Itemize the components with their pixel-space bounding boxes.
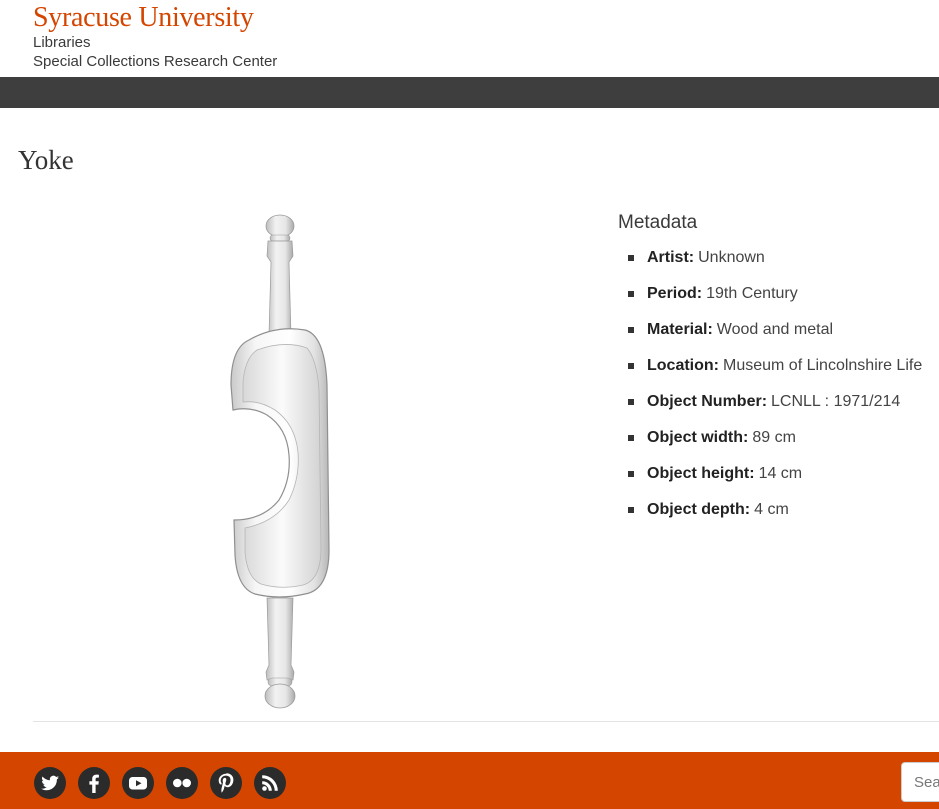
metadata-label: Object height:: [647, 465, 755, 482]
search-input[interactable]: [901, 762, 939, 802]
bullet-icon: [628, 327, 634, 333]
site-header: Syracuse University Libraries Special Co…: [0, 0, 939, 77]
page-title: Yoke: [18, 145, 74, 175]
metadata-label: Object Number:: [647, 393, 768, 410]
metadata-value: 19th Century: [706, 285, 798, 302]
content-divider: [33, 721, 939, 722]
metadata-value: 14 cm: [758, 465, 803, 482]
university-logo-link[interactable]: Syracuse University: [33, 2, 254, 34]
bullet-icon: [628, 435, 634, 441]
metadata-value: Museum of Lincolnshire Life: [723, 357, 923, 374]
bullet-icon: [628, 399, 634, 405]
metadata-item-object-number: Object Number: LCNLL : 1971/214: [618, 389, 939, 425]
pinterest-icon[interactable]: [209, 766, 243, 800]
youtube-icon[interactable]: [121, 766, 155, 800]
metadata-value: LCNLL : 1971/214: [771, 393, 901, 410]
metadata-label: Artist:: [647, 249, 695, 266]
metadata-item-period: Period: 19th Century: [618, 281, 939, 317]
metadata-panel: Metadata Artist: Unknown Period: 19th Cent…: [618, 210, 939, 533]
main-navbar: [0, 77, 939, 108]
metadata-item-object-width: Object width: 89 cm: [618, 425, 939, 461]
object-3d-viewer[interactable]: [205, 210, 355, 715]
metadata-item-artist: Artist: Unknown: [618, 245, 939, 281]
bullet-icon: [628, 471, 634, 477]
yoke-model: [230, 214, 330, 709]
metadata-value: Wood and metal: [716, 321, 834, 338]
metadata-list: Artist: Unknown Period: 19th Century Mater…: [618, 245, 939, 533]
rss-icon[interactable]: [253, 766, 287, 800]
metadata-value: 89 cm: [752, 429, 796, 446]
bullet-icon: [628, 291, 634, 297]
metadata-label: Object width:: [647, 429, 749, 446]
flickr-icon[interactable]: [165, 766, 199, 800]
site-footer: [0, 752, 939, 809]
metadata-label: Location:: [647, 357, 719, 374]
facebook-icon[interactable]: [77, 766, 111, 800]
metadata-item-material: Material: Wood and metal: [618, 317, 939, 353]
twitter-icon[interactable]: [33, 766, 67, 800]
metadata-value: Unknown: [698, 249, 765, 266]
department-link[interactable]: Special Collections Research Center: [33, 53, 277, 71]
metadata-item-object-height: Object height: 14 cm: [618, 461, 939, 497]
metadata-heading: Metadata: [618, 212, 698, 233]
bullet-icon: [628, 363, 634, 369]
bullet-icon: [628, 255, 634, 261]
metadata-item-location: Location: Museum of Lincolnshire Life: [618, 353, 939, 389]
libraries-link[interactable]: Libraries: [33, 34, 91, 52]
metadata-label: Material:: [647, 321, 713, 338]
bullet-icon: [628, 507, 634, 513]
metadata-label: Period:: [647, 285, 703, 302]
metadata-value: 4 cm: [754, 501, 789, 518]
metadata-label: Object depth:: [647, 501, 751, 518]
metadata-item-object-depth: Object depth: 4 cm: [618, 497, 939, 533]
